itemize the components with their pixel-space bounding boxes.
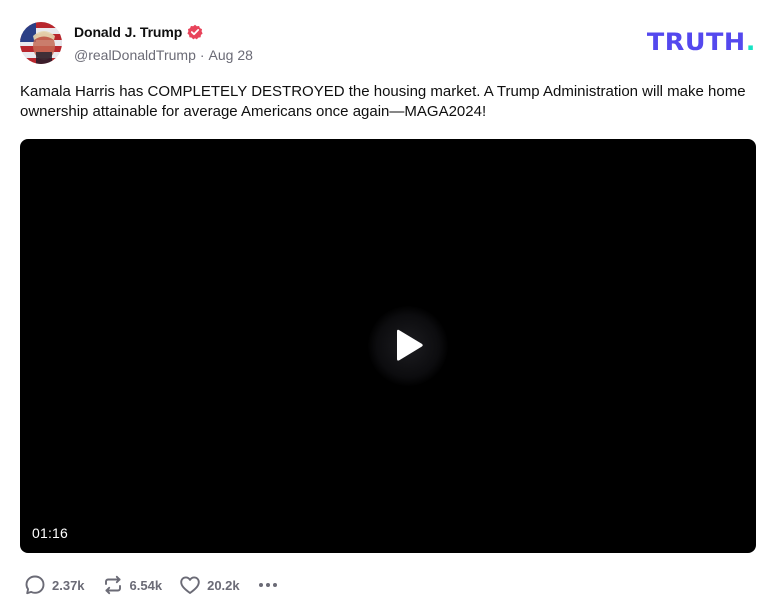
play-icon xyxy=(397,329,423,361)
logo-dot: . xyxy=(745,28,756,56)
display-name[interactable]: Donald J. Trump xyxy=(74,24,182,40)
repost-count: 6.54k xyxy=(129,577,163,593)
logo-text: TRUTH xyxy=(646,28,746,56)
handle[interactable]: @realDonaldTrump xyxy=(74,47,196,63)
heart-icon xyxy=(180,576,200,594)
action-bar: 2.37k 6.54k 20.2k xyxy=(24,573,279,597)
truth-post: Donald J. Trump @realDonaldTrump · Aug 28 … xyxy=(0,0,777,615)
more-options-button[interactable] xyxy=(257,573,279,597)
more-horizontal-icon xyxy=(258,583,277,587)
reply-count: 2.37k xyxy=(52,577,85,593)
name-row: Donald J. Trump xyxy=(74,22,253,42)
post-meta: @realDonaldTrump · Aug 28 xyxy=(74,46,253,64)
avatar[interactable] xyxy=(20,22,62,64)
video-player[interactable]: 01:16 xyxy=(20,139,756,553)
reply-button[interactable]: 2.37k xyxy=(24,573,85,597)
author-block: Donald J. Trump @realDonaldTrump · Aug 28 xyxy=(74,22,253,64)
like-count: 20.2k xyxy=(207,577,240,593)
verified-badge-icon xyxy=(187,24,203,40)
avatar-image xyxy=(20,22,62,64)
video-duration: 01:16 xyxy=(32,525,69,541)
post-date[interactable]: Aug 28 xyxy=(209,47,253,63)
repost-icon xyxy=(104,575,121,595)
play-button[interactable] xyxy=(368,306,448,386)
truth-social-logo[interactable]: TRUTH. xyxy=(647,30,756,54)
like-button[interactable]: 20.2k xyxy=(179,573,240,597)
post-text: Kamala Harris has COMPLETELY DESTROYED t… xyxy=(20,83,746,120)
meta-separator: · xyxy=(199,47,205,63)
repost-button[interactable]: 6.54k xyxy=(102,573,163,597)
comment-icon xyxy=(25,575,45,595)
